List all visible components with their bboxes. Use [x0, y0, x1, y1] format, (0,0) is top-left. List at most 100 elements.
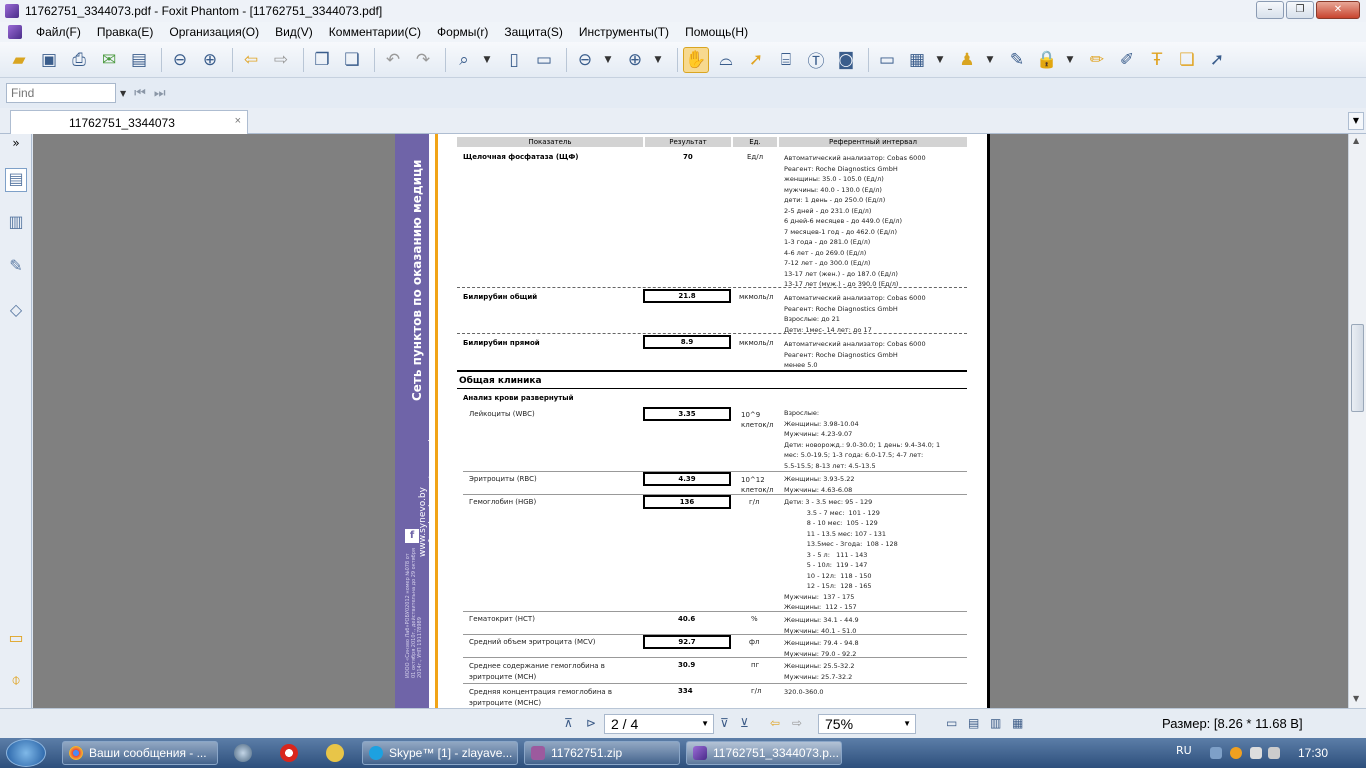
taskbar-skype[interactable]: Skype™ [1] - zlayave...	[362, 741, 518, 765]
typewriter-icon[interactable]: Ŧ	[1144, 47, 1170, 73]
first-page-icon[interactable]: ⊼	[564, 716, 573, 730]
next-view-icon[interactable]: ⇨	[792, 716, 802, 730]
previous-view-icon[interactable]: ⇦	[770, 716, 780, 730]
save-icon[interactable]: ▣	[36, 47, 62, 73]
zoom-out-icon[interactable]: ⊖	[572, 47, 598, 73]
fit-page-icon[interactable]: ▯	[501, 47, 527, 73]
close-button[interactable]: ✕	[1316, 1, 1360, 19]
back-icon[interactable]: ⇦	[238, 47, 264, 73]
vertical-scrollbar[interactable]: ▲ ▼	[1348, 134, 1366, 708]
zoom-in-icon[interactable]: ⊕	[622, 47, 648, 73]
menu-forms[interactable]: Формы(r)	[429, 25, 496, 39]
layers-icon[interactable]: ✎	[5, 256, 27, 280]
network-pin-icon[interactable]	[234, 744, 252, 762]
menu-organize[interactable]: Организация(O)	[161, 25, 267, 39]
taskbar-chrome[interactable]: Ваши сообщения - ...	[62, 741, 218, 765]
loupe-icon[interactable]: ⌓	[713, 47, 739, 73]
redo-icon[interactable]: ↷	[410, 47, 436, 73]
snapshot-icon[interactable]: ◙	[833, 47, 859, 73]
sign-icon[interactable]: ✎	[1004, 47, 1030, 73]
app-menu-icon[interactable]	[8, 25, 22, 39]
undo-icon[interactable]: ↶	[380, 47, 406, 73]
scroll-up-icon[interactable]: ▲	[1353, 136, 1359, 145]
previous-page-icon[interactable]: ⊳	[586, 716, 596, 730]
zoom-tool-icon[interactable]: ⌕	[451, 47, 477, 73]
menu-edit[interactable]: Правка(E)	[89, 25, 162, 39]
next-page-icon[interactable]: ⊽	[720, 716, 729, 730]
next-page-icon[interactable]: ⊕	[197, 47, 223, 73]
scroll-down-icon[interactable]: ▼	[1353, 694, 1359, 703]
language-indicator[interactable]: RU	[1176, 744, 1192, 757]
find-input[interactable]	[6, 83, 116, 103]
highlight-icon[interactable]: ✐	[1114, 47, 1140, 73]
close-tab-icon[interactable]: ×	[235, 115, 241, 127]
opera-icon[interactable]	[280, 744, 298, 762]
chevron-down-icon[interactable]: ▼	[481, 47, 493, 73]
chevron-down-icon[interactable]: ▼	[984, 47, 996, 73]
menu-file[interactable]: Файл(F)	[28, 25, 89, 39]
paperclip-icon[interactable]: ⌽	[5, 670, 27, 694]
menu-protect[interactable]: Защита(S)	[496, 25, 571, 39]
hand-tool-icon[interactable]: ✋	[683, 46, 709, 73]
pencil-icon[interactable]: ✏	[1084, 47, 1110, 73]
taskbar-foxit[interactable]: 11762751_3344073.p...	[686, 741, 842, 765]
page-number-input[interactable]: 2 / 4 ▼	[604, 714, 714, 734]
lock-icon[interactable]: 🔒	[1034, 47, 1060, 73]
facing-icon[interactable]: ▥	[990, 716, 1001, 730]
chevron-down-icon[interactable]: ▼	[1064, 47, 1076, 73]
forward-icon[interactable]: ⇨	[268, 47, 294, 73]
expand-panel-icon[interactable]: »	[5, 136, 27, 160]
rectangle-icon[interactable]: ▭	[874, 47, 900, 73]
maximize-button[interactable]: ❐	[1286, 1, 1314, 19]
print-icon[interactable]: ⎙	[66, 47, 92, 73]
chevron-down-icon[interactable]: ▼	[934, 47, 946, 73]
chevron-down-icon[interactable]: ▼	[903, 715, 911, 733]
chevron-down-icon[interactable]: ▼	[701, 715, 709, 733]
single-page-icon[interactable]: ▭	[946, 716, 957, 730]
menu-comments[interactable]: Комментарии(C)	[321, 25, 429, 39]
copy-icon[interactable]: ❐	[309, 47, 335, 73]
continuous-icon[interactable]: ▤	[968, 716, 979, 730]
tray-volume-icon[interactable]	[1268, 747, 1280, 759]
paste-icon[interactable]: ❏	[339, 47, 365, 73]
menu-view[interactable]: Вид(V)	[267, 25, 321, 39]
chevron-down-icon[interactable]: ▼	[652, 47, 664, 73]
tray-agent-icon[interactable]	[1230, 747, 1242, 759]
find-previous-icon[interactable]: ⏮	[134, 86, 146, 101]
find-text-icon[interactable]: ⌸	[773, 47, 799, 73]
mail-agent-icon[interactable]	[326, 744, 344, 762]
chevron-down-icon[interactable]: ▼	[602, 47, 614, 73]
chevron-down-icon[interactable]: ▼	[120, 89, 126, 98]
tab-list-dropdown[interactable]: ▼	[1348, 112, 1364, 130]
minimize-button[interactable]: –	[1256, 1, 1284, 19]
arrow-tool-icon[interactable]: ➚	[1204, 47, 1230, 73]
continuous-facing-icon[interactable]: ▦	[1012, 716, 1023, 730]
tab-document[interactable]: 11762751_3344073 ×	[10, 110, 248, 134]
comments-icon[interactable]: ▭	[5, 628, 27, 652]
pages-icon[interactable]: ▤	[5, 168, 27, 192]
bookmarks-icon[interactable]: ▥	[5, 212, 27, 236]
tray-arrow-icon[interactable]	[1210, 747, 1222, 759]
form-icon[interactable]: ▦	[904, 47, 930, 73]
email-icon[interactable]: ✉	[96, 47, 122, 73]
scan-icon[interactable]: ▤	[126, 47, 152, 73]
menu-help[interactable]: Помощь(H)	[677, 25, 756, 39]
text-select-icon[interactable]: Ⓣ	[803, 47, 829, 73]
prev-page-icon[interactable]: ⊖	[167, 47, 193, 73]
fit-width-icon[interactable]: ▭	[531, 47, 557, 73]
note-icon[interactable]: ❏	[1174, 47, 1200, 73]
attachments-panel-icon[interactable]: ◇	[5, 300, 27, 324]
clock[interactable]: 17:30	[1298, 746, 1328, 760]
scrollbar-thumb[interactable]	[1351, 324, 1364, 412]
select-tool-icon[interactable]: ➚	[743, 47, 769, 73]
find-next-icon[interactable]: ⏭	[154, 86, 166, 101]
start-button[interactable]	[6, 739, 46, 767]
taskbar-zip[interactable]: 11762751.zip	[524, 741, 680, 765]
menu-tools[interactable]: Инструменты(T)	[571, 25, 677, 39]
stamp-icon[interactable]: ♟	[954, 47, 980, 73]
zoom-level-input[interactable]: 75% ▼	[818, 714, 916, 734]
last-page-icon[interactable]: ⊻	[740, 716, 749, 730]
tray-network-icon[interactable]	[1250, 747, 1262, 759]
document-view[interactable]: Сеть пунктов по оказанию медици www.syne…	[33, 134, 1348, 708]
open-icon[interactable]: ▰	[6, 47, 32, 73]
